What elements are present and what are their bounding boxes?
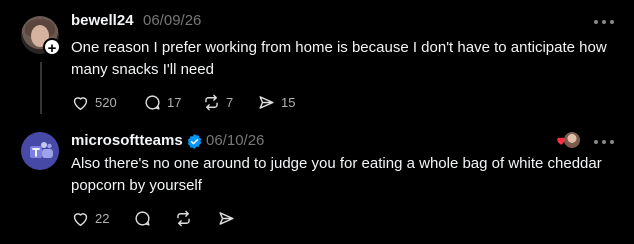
repost-button[interactable] bbox=[174, 207, 193, 229]
heart-icon bbox=[73, 96, 88, 110]
reply-button[interactable]: 17 bbox=[143, 91, 181, 113]
repost-count: 7 bbox=[226, 94, 234, 110]
repost-icon bbox=[177, 210, 190, 226]
post-text: One reason I prefer working from home is… bbox=[71, 39, 607, 78]
share-count: 15 bbox=[281, 94, 296, 110]
send-icon bbox=[219, 211, 234, 225]
post-date[interactable]: 06/10/26 bbox=[206, 132, 264, 149]
verified-badge-icon bbox=[187, 134, 202, 149]
reply-count: 17 bbox=[167, 94, 182, 110]
heart-filled-icon bbox=[557, 137, 565, 145]
username[interactable]: bewell24 bbox=[71, 12, 134, 29]
microsoft-teams-logo bbox=[21, 132, 59, 170]
repost-icon bbox=[205, 94, 218, 110]
thread-line bbox=[40, 62, 42, 114]
avatar-microsoftteams[interactable] bbox=[21, 132, 59, 170]
comment-icon bbox=[145, 94, 160, 110]
share-button[interactable] bbox=[217, 207, 236, 229]
more-options-icon[interactable] bbox=[593, 19, 615, 25]
username[interactable]: microsoftteams bbox=[71, 132, 183, 149]
post-bewell24: + bewell24 06/09/26 One reason I prefer … bbox=[0, 0, 634, 122]
follow-plus-icon[interactable]: + bbox=[43, 38, 61, 57]
more-options-icon[interactable] bbox=[593, 139, 615, 145]
like-count: 22 bbox=[95, 210, 110, 226]
share-button[interactable]: 15 bbox=[257, 91, 295, 113]
send-icon bbox=[259, 95, 274, 109]
like-button[interactable]: 22 bbox=[71, 207, 109, 229]
like-count: 520 bbox=[95, 94, 117, 110]
post-date[interactable]: 06/09/26 bbox=[143, 12, 201, 29]
repost-button[interactable]: 7 bbox=[202, 91, 233, 113]
liked-by-author-indicator bbox=[556, 130, 581, 150]
comment-icon bbox=[135, 210, 150, 226]
like-button[interactable]: 520 bbox=[71, 91, 117, 113]
post-microsoftteams: microsoftteams 06/10/26 Also there's no … bbox=[0, 122, 634, 244]
post-text: Also there's no one around to judge you … bbox=[71, 155, 602, 194]
heart-icon bbox=[73, 212, 88, 226]
reply-button[interactable] bbox=[133, 207, 152, 229]
